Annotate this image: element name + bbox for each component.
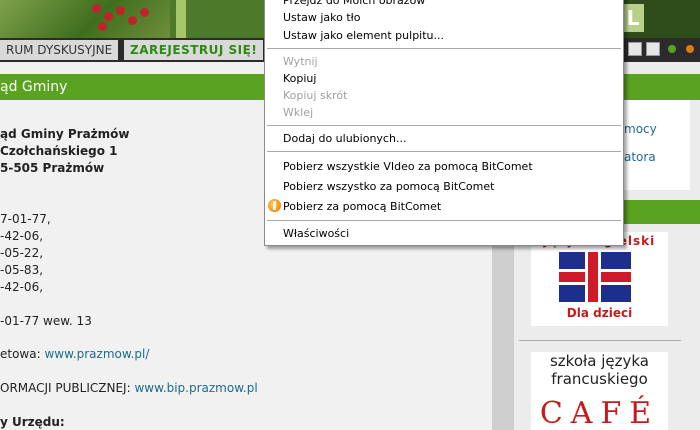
office-hours-label: y Urzędu: — [0, 415, 65, 429]
sidebar-link-admin[interactable]: atora — [624, 150, 656, 164]
address-line: Czołchańskiego 1 — [0, 144, 118, 158]
sidebar-link-help[interactable]: mocy — [624, 122, 657, 136]
banner-stalk-image — [176, 0, 186, 38]
view-square-icon[interactable] — [628, 42, 642, 56]
menu-separator — [267, 151, 621, 152]
address-line: 5-505 Prażmów — [0, 161, 105, 175]
menu-item-bitcomet-all[interactable]: Pobierz wszystko za pomocą BitComet — [283, 179, 494, 195]
phone-line: -05-83, — [0, 263, 44, 277]
menu-item-my-pictures[interactable]: Przejdź do Moich obrazów — [283, 0, 425, 9]
phone-line: -42-06, — [0, 229, 44, 243]
menu-separator — [267, 48, 621, 49]
menu-item-paste[interactable]: Wklej — [283, 105, 313, 121]
english-ad-banner[interactable]: JęzykAngielski Dla dzieci — [531, 232, 668, 326]
phone-line: 7-01-77, — [0, 212, 51, 226]
sidebar-links-box — [624, 100, 690, 190]
view-square-icon[interactable] — [646, 42, 660, 56]
sidebar-header — [624, 74, 700, 100]
sidebar-header-2 — [624, 200, 700, 224]
sidebar-divider — [519, 340, 681, 341]
green-dot-icon[interactable] — [668, 45, 676, 53]
french-ad-banner[interactable]: szkoła języka francuskiego CAFÉ — [531, 352, 668, 430]
menu-item-add-favorites[interactable]: Dodaj do ulubionych... — [283, 131, 406, 147]
menu-item-copy-shortcut[interactable]: Kopiuj skrót — [283, 88, 347, 104]
view-controls — [624, 42, 700, 56]
french-ad-cafe: CAFÉ — [539, 396, 660, 430]
menu-item-set-desktop-item[interactable]: Ustaw jako element pulpitu... — [283, 28, 444, 44]
english-ad-subtitle: Dla dzieci — [566, 306, 633, 320]
bitcomet-icon — [268, 199, 281, 212]
menu-separator — [267, 125, 621, 126]
menu-separator — [267, 220, 621, 221]
phone-line: -42-06, — [0, 280, 44, 294]
context-menu: Przejdź do Moich obrazów Ustaw jako tło … — [264, 0, 624, 246]
nav-register[interactable]: ZAREJESTRUJ SIĘ! — [124, 40, 264, 60]
phone-line: -05-22, — [0, 246, 44, 260]
menu-item-bitcomet-all-video[interactable]: Pobierz wszystkie VIdeo za pomocą BitCom… — [283, 159, 533, 175]
menu-item-set-background[interactable]: Ustaw jako tło — [283, 10, 361, 26]
nav-forum[interactable]: RUM DYSKUSYJNE — [0, 40, 119, 60]
website-link[interactable]: www.prazmow.pl/ — [44, 347, 149, 361]
menu-item-bitcomet-download[interactable]: Pobierz za pomocą BitComet — [283, 199, 441, 215]
orange-dot-icon[interactable] — [686, 45, 694, 53]
website-label: etowa: — [0, 347, 45, 361]
site-logo: L — [622, 4, 644, 32]
menu-item-copy[interactable]: Kopiuj — [283, 71, 316, 87]
menu-item-cut[interactable]: Wytnij — [283, 54, 318, 70]
fax-line: -01-77 wew. 13 — [0, 314, 92, 328]
bip-label: ORMACJI PUBLICZNEJ: — [0, 381, 135, 395]
address-line: ąd Gminy Prażmów — [0, 127, 130, 141]
uk-flag-image — [559, 252, 631, 302]
french-ad-line1: szkoła języka — [549, 352, 649, 370]
menu-item-properties[interactable]: Właściwości — [283, 226, 349, 242]
website-line: etowa: www.prazmow.pl/ — [0, 347, 149, 361]
banner-foliage-image — [0, 0, 170, 38]
french-ad-line2: francuskiego — [551, 370, 648, 388]
bip-link[interactable]: www.bip.prazmow.pl — [134, 381, 257, 395]
bip-line: ORMACJI PUBLICZNEJ: www.bip.prazmow.pl — [0, 381, 258, 395]
